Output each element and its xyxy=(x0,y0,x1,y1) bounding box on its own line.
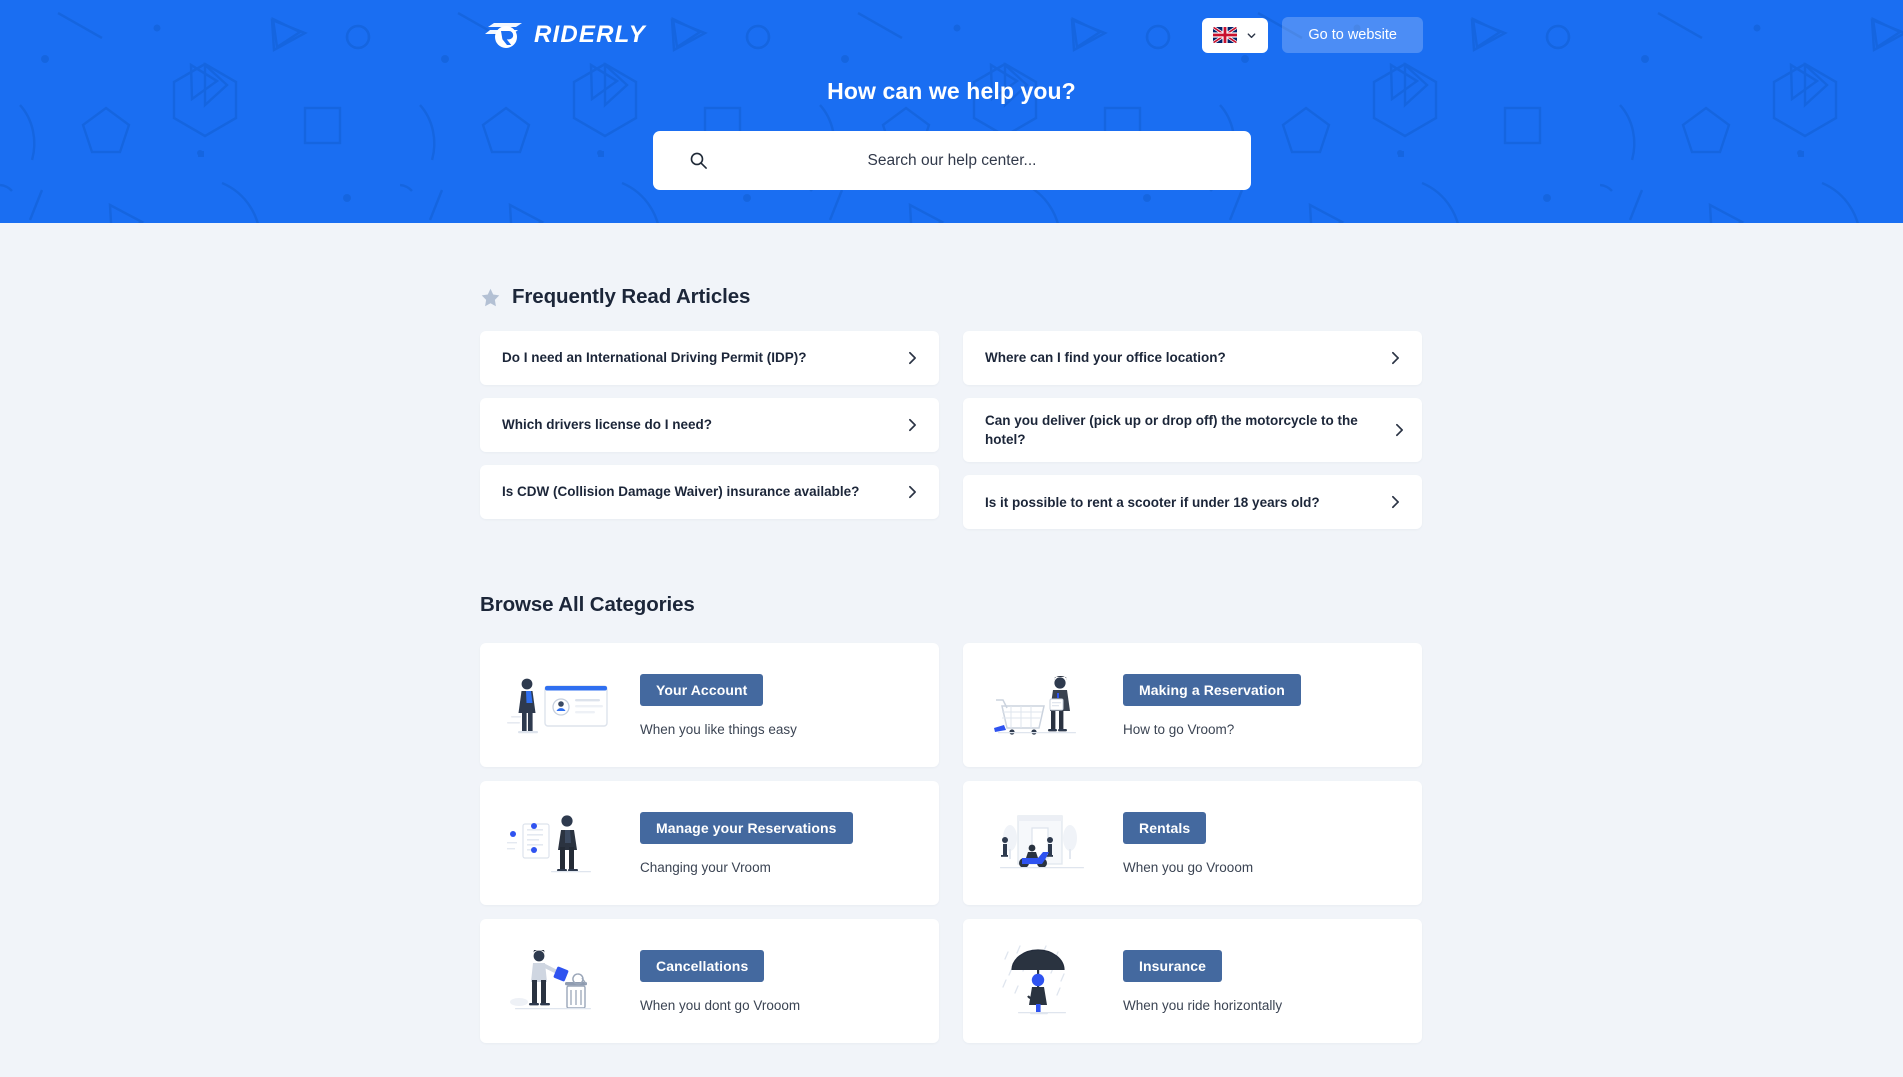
frequently-read-header: Frequently Read Articles xyxy=(480,285,1423,309)
article-title: Is CDW (Collision Damage Waiver) insuran… xyxy=(502,484,860,500)
chevron-right-icon xyxy=(1392,496,1399,509)
scooter-at-shop-illustration xyxy=(963,781,1123,905)
category-label: Manage your Reservations xyxy=(640,811,853,844)
person-with-documents-illustration xyxy=(480,781,640,905)
chevron-down-icon xyxy=(1247,32,1256,38)
hero-banner: RIDERLY Go to website How can we help yo… xyxy=(0,0,1903,223)
brand-logo-text: RIDERLY xyxy=(534,21,646,48)
frequently-read-grid: Do I need an International Driving Permi… xyxy=(480,331,1423,530)
category-card-rentals[interactable]: Rentals When you go Vrooom xyxy=(963,781,1422,906)
articles-column-left: Do I need an International Driving Permi… xyxy=(480,331,939,529)
chevron-right-icon xyxy=(1396,424,1403,437)
category-label: Insurance xyxy=(1123,949,1223,982)
person-with-profile-card-illustration xyxy=(480,643,640,767)
article-card[interactable]: Where can I find your office location? xyxy=(963,331,1422,385)
article-title: Where can I find your office location? xyxy=(985,350,1226,366)
article-card[interactable]: Do I need an International Driving Permi… xyxy=(480,331,939,385)
go-to-website-button[interactable]: Go to website xyxy=(1282,17,1423,53)
article-card[interactable]: Is CDW (Collision Damage Waiver) insuran… xyxy=(480,465,939,519)
brand-logo[interactable]: RIDERLY xyxy=(482,20,646,50)
category-subtitle: When you dont go Vrooom xyxy=(640,997,801,1013)
category-card-making-a-reservation[interactable]: Making a Reservation How to go Vroom? xyxy=(963,643,1422,768)
category-subtitle: When you go Vrooom xyxy=(1123,859,1254,875)
category-card-your-account[interactable]: Your Account When you like things easy xyxy=(480,643,939,768)
articles-column-right: Where can I find your office location? C… xyxy=(963,331,1422,530)
category-subtitle: How to go Vroom? xyxy=(1123,721,1235,737)
frequently-read-title: Frequently Read Articles xyxy=(512,285,751,308)
person-with-shopping-cart-illustration xyxy=(963,643,1123,767)
chevron-right-icon xyxy=(1392,351,1399,365)
language-selector[interactable] xyxy=(1202,17,1269,53)
article-card[interactable]: Can you deliver (pick up or drop off) th… xyxy=(963,398,1422,463)
browse-categories-header: Browse All Categories xyxy=(480,593,1423,617)
category-label: Your Account xyxy=(640,673,764,706)
search-bar[interactable] xyxy=(653,131,1251,190)
category-label: Rentals xyxy=(1123,811,1207,844)
uk-flag-icon xyxy=(1213,27,1238,43)
chevron-right-icon xyxy=(909,351,916,365)
article-title: Which drivers license do I need? xyxy=(502,417,713,433)
category-card-manage-your-reservations[interactable]: Manage your Reservations Changing your V… xyxy=(480,781,939,906)
person-with-umbrella-in-rain-illustration xyxy=(963,919,1123,1043)
hero-title: How can we help you? xyxy=(827,78,1076,104)
main-content: Frequently Read Articles Do I need an In… xyxy=(0,285,1903,1044)
article-card[interactable]: Which drivers license do I need? xyxy=(480,398,939,452)
category-card-cancellations[interactable]: Cancellations When you dont go Vrooom xyxy=(480,919,939,1044)
riderly-wing-logo-icon xyxy=(485,23,522,48)
categories-grid: Your Account When you like things easy M… xyxy=(480,643,1423,1044)
category-label: Making a Reservation xyxy=(1123,673,1301,706)
search-input[interactable] xyxy=(653,131,1251,190)
person-throwing-away-illustration xyxy=(480,919,640,1043)
category-subtitle: When you ride horizontally xyxy=(1123,997,1283,1013)
article-card[interactable]: Is it possible to rent a scooter if unde… xyxy=(963,475,1422,530)
category-subtitle: When you like things easy xyxy=(640,721,797,737)
article-title: Can you deliver (pick up or drop off) th… xyxy=(985,413,1358,448)
article-title: Is it possible to rent a scooter if unde… xyxy=(985,494,1320,510)
search-icon xyxy=(690,152,707,169)
category-label: Cancellations xyxy=(640,949,765,982)
article-title: Do I need an International Driving Permi… xyxy=(502,350,807,366)
chevron-right-icon xyxy=(909,418,916,432)
category-card-insurance[interactable]: Insurance When you ride horizontally xyxy=(963,919,1422,1044)
category-subtitle: Changing your Vroom xyxy=(640,859,771,875)
chevron-right-icon xyxy=(909,485,916,499)
star-icon xyxy=(481,288,500,306)
browse-categories-title: Browse All Categories xyxy=(480,593,695,617)
